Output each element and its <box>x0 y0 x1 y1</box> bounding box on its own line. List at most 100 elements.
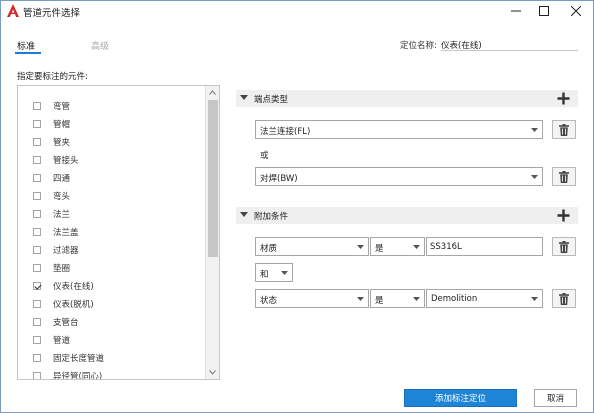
maximize-icon <box>539 6 549 16</box>
trash-icon <box>559 240 569 253</box>
additional-conditions-section-header[interactable]: 附加条件 <box>236 207 578 224</box>
list-item-checkbox[interactable] <box>33 318 41 326</box>
list-item-label: 管夹 <box>53 138 71 148</box>
chevron-down-icon <box>413 245 420 249</box>
scroll-up-button[interactable] <box>206 86 219 99</box>
chevron-down-icon <box>209 370 216 375</box>
list-item-checkbox[interactable] <box>33 336 41 344</box>
list-item-label: 支管台 <box>53 318 79 328</box>
list-item-checkbox[interactable] <box>33 138 41 146</box>
list-item-label: 弯头 <box>53 192 71 202</box>
list-item[interactable]: 仪表(在线) <box>18 277 204 295</box>
list-item[interactable]: 管道 <box>18 331 204 349</box>
endpoint-type-title: 端点类型 <box>254 95 289 105</box>
list-item-label: 垫圈 <box>53 264 71 274</box>
list-item[interactable]: 固定长度管道 <box>18 349 204 367</box>
cancel-button[interactable]: 取消 <box>534 389 577 407</box>
list-item-checkbox[interactable] <box>33 210 41 218</box>
list-item-checkbox[interactable] <box>33 282 41 290</box>
condition-2-property-dropdown[interactable]: 状态 <box>255 289 369 308</box>
trash-icon <box>559 292 569 305</box>
endpoint-type-section-header[interactable]: 端点类型 <box>236 90 578 107</box>
scroll-down-button[interactable] <box>206 366 219 379</box>
list-item[interactable]: 垫圈 <box>18 259 204 277</box>
delete-endpoint-1-button[interactable] <box>552 120 576 139</box>
delete-endpoint-2-button[interactable] <box>552 167 576 186</box>
list-item-checkbox[interactable] <box>33 264 41 272</box>
chevron-down-icon <box>531 128 538 132</box>
tab-standard[interactable]: 标准 <box>17 39 35 52</box>
scroll-thumb[interactable] <box>208 100 218 257</box>
dialog-window: 管道元件选择 标准 高级 定位名称: 仪表(在线) 指定要标注的元件: 弯管 管帽… <box>0 0 594 413</box>
minimize-button[interactable] <box>501 1 531 21</box>
chevron-down-icon <box>413 297 420 301</box>
list-item[interactable]: 法兰盖 <box>18 223 204 241</box>
add-condition-icon[interactable] <box>557 209 570 222</box>
chevron-down-icon <box>357 297 364 301</box>
list-item-label: 管帽 <box>53 120 71 130</box>
list-item[interactable]: 异径管(同心) <box>18 367 204 379</box>
logic-operator-dropdown[interactable]: 和 <box>255 263 293 282</box>
list-item-checkbox[interactable] <box>33 354 41 362</box>
condition-2-operator-dropdown[interactable]: 是 <box>370 289 425 308</box>
autocad-a-icon <box>7 4 19 17</box>
title-bar[interactable]: 管道元件选择 <box>1 1 593 21</box>
logic-operator-value: 和 <box>260 270 269 280</box>
trash-icon <box>559 123 569 136</box>
list-item-checkbox[interactable] <box>33 246 41 254</box>
component-list: 弯管管帽管夹管接头四通弯头法兰法兰盖过滤器垫圈仪表(在线) 仪表(脱机) 支管台管道… <box>17 85 220 380</box>
list-item-label: 管接头 <box>53 156 79 166</box>
condition-1-operator-value: 是 <box>375 244 384 254</box>
delete-condition-2-button[interactable] <box>552 289 576 308</box>
trash-icon <box>559 170 569 183</box>
list-item[interactable]: 四通 <box>18 169 204 187</box>
list-item-label: 仪表(在线) <box>53 282 94 292</box>
list-item-label: 法兰 <box>53 210 71 220</box>
condition-2-operator-value: 是 <box>375 296 384 306</box>
list-item[interactable]: 管夹 <box>18 133 204 151</box>
endpoint-type-dropdown-1-value: 法兰连接(FL) <box>260 127 311 137</box>
tab-advanced[interactable]: 高级 <box>91 39 109 52</box>
chevron-down-icon <box>357 245 364 249</box>
condition-1-value-input[interactable]: SS316L <box>426 237 543 256</box>
list-item-checkbox[interactable] <box>33 156 41 164</box>
endpoint-type-dropdown-1[interactable]: 法兰连接(FL) <box>255 120 543 139</box>
location-name-label: 定位名称: <box>400 41 437 51</box>
list-item-checkbox[interactable] <box>33 300 41 308</box>
add-endpoint-icon[interactable] <box>557 92 570 105</box>
location-name-underline <box>441 50 578 51</box>
list-item[interactable]: 法兰 <box>18 205 204 223</box>
delete-condition-1-button[interactable] <box>552 237 576 256</box>
component-list-scrollbar[interactable] <box>205 86 219 379</box>
endpoint-type-dropdown-2[interactable]: 对焊(BW) <box>255 167 543 186</box>
list-item-checkbox[interactable] <box>33 192 41 200</box>
condition-1-property-dropdown[interactable]: 材质 <box>255 237 369 256</box>
list-item[interactable]: 管帽 <box>18 115 204 133</box>
list-item[interactable]: 支管台 <box>18 313 204 331</box>
add-annotation-location-button[interactable]: 添加标注定位 <box>404 389 517 407</box>
list-item-checkbox[interactable] <box>33 372 41 379</box>
list-item-checkbox[interactable] <box>33 120 41 128</box>
collapse-arrow-icon[interactable] <box>240 95 248 101</box>
list-item-label: 过滤器 <box>53 246 79 256</box>
list-item[interactable]: 过滤器 <box>18 241 204 259</box>
list-item[interactable]: 管接头 <box>18 151 204 169</box>
collapse-arrow-icon[interactable] <box>240 212 248 218</box>
list-item-label: 固定长度管道 <box>53 354 105 364</box>
list-item-checkbox[interactable] <box>33 174 41 182</box>
list-item-label: 四通 <box>53 174 71 184</box>
maximize-button[interactable] <box>529 1 559 21</box>
or-label: 或 <box>260 151 269 161</box>
condition-1-operator-dropdown[interactable]: 是 <box>370 237 425 256</box>
close-button[interactable] <box>561 1 591 21</box>
condition-2-value-text: Demolition <box>431 294 478 304</box>
condition-1-property-value: 材质 <box>260 244 278 254</box>
chevron-up-icon <box>209 90 216 95</box>
window-title: 管道元件选择 <box>23 8 81 19</box>
list-item[interactable]: 弯头 <box>18 187 204 205</box>
condition-2-value-dropdown[interactable]: Demolition <box>426 289 543 308</box>
list-item-checkbox[interactable] <box>33 228 41 236</box>
list-item[interactable]: 仪表(脱机) <box>18 295 204 313</box>
list-item[interactable]: 弯管 <box>18 97 204 115</box>
list-item-checkbox[interactable] <box>33 102 41 110</box>
